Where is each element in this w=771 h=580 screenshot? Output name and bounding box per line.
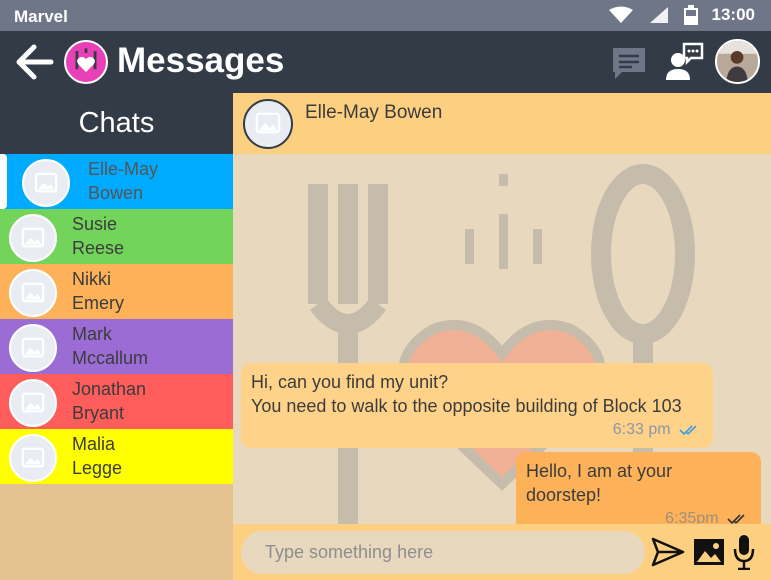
signal-icon (649, 7, 668, 23)
message-text-line: Hello, I am at your doorstep! (526, 461, 673, 505)
status-bar: Marvel 13:00 (0, 0, 771, 31)
message-input[interactable] (241, 531, 645, 574)
message-text-line: Hi, can you find my unit? (251, 372, 449, 392)
contact-name: Malia Legge (72, 432, 122, 480)
chat-contact-name[interactable]: Elle-May Bowen (305, 102, 442, 124)
contact-last-name: Mccallum (72, 348, 149, 368)
message-incoming: Hi, can you find my unit? You need to wa… (241, 363, 713, 448)
chat-header: Elle-May Bowen (233, 93, 771, 154)
contact-name: Nikki Emery (72, 267, 124, 315)
active-indicator (0, 154, 7, 209)
sidebar-title: Chats (0, 93, 233, 154)
avatar-placeholder-icon (9, 379, 57, 427)
contact-item[interactable]: Nikki Emery (0, 264, 233, 319)
contact-name: Elle-May Bowen (88, 157, 158, 205)
chat-panel: Elle-May Bowen Hi, can you find my unit?… (233, 93, 771, 580)
microphone-icon[interactable] (733, 534, 755, 570)
page-title: Messages (117, 41, 285, 80)
support-icon[interactable] (664, 42, 704, 82)
contact-name: Jonathan Bryant (72, 377, 146, 425)
contact-name: Susie Reese (72, 212, 124, 260)
clock: 13:00 (711, 5, 755, 24)
avatar-placeholder-icon (9, 434, 57, 482)
contact-item[interactable]: Malia Legge (0, 429, 233, 484)
carrier-name: Marvel (14, 7, 68, 26)
contact-last-name: Reese (72, 238, 125, 258)
contact-first-name: Elle-May (88, 159, 159, 179)
contact-first-name: Susie (72, 214, 118, 234)
contact-last-name: Legge (72, 458, 123, 478)
back-arrow-icon[interactable] (14, 43, 54, 81)
message-meta: 6:33 pm (251, 418, 703, 442)
message-composer (233, 524, 771, 580)
contact-first-name: Mark (72, 324, 112, 344)
avatar-placeholder-icon (9, 214, 57, 262)
image-icon[interactable] (693, 536, 725, 568)
battery-icon (683, 5, 698, 25)
contact-name: Mark Mccallum (72, 322, 148, 370)
message-time: 6:33 pm (612, 421, 671, 438)
app-bar: Messages (0, 31, 771, 93)
contact-last-name: Bowen (88, 183, 144, 203)
avatar-placeholder-icon (243, 99, 293, 149)
contact-first-name: Nikki (72, 269, 111, 289)
chat-icon[interactable] (610, 46, 648, 82)
double-tick-icon (727, 514, 745, 524)
contact-item[interactable]: Jonathan Bryant (0, 374, 233, 429)
contact-list: Elle-May Bowen Susie Reese Nikki Emery Mark Mcc… (0, 154, 233, 484)
contact-last-name: Bryant (72, 403, 125, 423)
avatar-placeholder-icon (9, 269, 57, 317)
send-icon[interactable] (651, 536, 685, 568)
contact-last-name: Emery (72, 293, 125, 313)
contact-item[interactable]: Susie Reese (0, 209, 233, 264)
wifi-icon (608, 6, 633, 23)
avatar-placeholder-icon (9, 324, 57, 372)
contact-first-name: Jonathan (72, 379, 147, 399)
chat-list-sidebar: Chats Elle-May Bowen Susie Reese Nikki Emery M… (0, 93, 233, 580)
message-text-line: You need to walk to the opposite buildin… (251, 396, 682, 416)
contact-item[interactable]: Mark Mccallum (0, 319, 233, 374)
contact-first-name: Malia (72, 434, 116, 454)
avatar-placeholder-icon (22, 159, 70, 207)
status-icons: 13:00 (608, 5, 755, 25)
double-tick-icon (679, 425, 697, 435)
profile-avatar[interactable] (715, 39, 760, 84)
contact-item[interactable]: Elle-May Bowen (0, 154, 233, 209)
app-logo-icon (64, 40, 108, 84)
